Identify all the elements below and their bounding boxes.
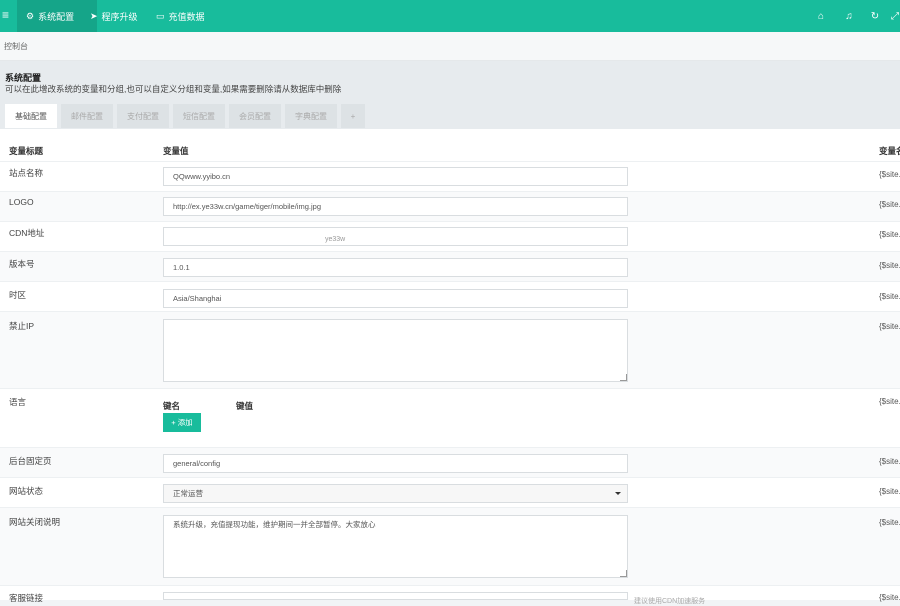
tab-dictionary[interactable]: 字典配置 [285, 104, 337, 128]
cdn-input[interactable] [163, 227, 628, 246]
nav-recharge-data[interactable]: ▭ 充值数据 [147, 0, 227, 32]
page-description: 可以在此增改系统的变量和分组,也可以自定义分组和变量,如果需要删除请从数据库中删… [5, 84, 342, 94]
plus-icon: + [171, 418, 176, 427]
site-status-select[interactable]: 正常运营 [163, 484, 628, 503]
column-header-name: 变量名 [879, 146, 900, 156]
label-fixed-page: 后台固定页 [9, 456, 52, 466]
label-close-message: 网站关闭说明 [9, 517, 61, 527]
var-version: {$site.version} [879, 261, 900, 270]
label-logo: LOGO [9, 197, 34, 207]
tab-add[interactable]: + [341, 104, 365, 128]
tab-sms[interactable]: 短信配置 [173, 104, 225, 128]
breadcrumb: 控制台 [0, 32, 900, 61]
lang-value-header: 键值 [236, 401, 254, 411]
page-header: 系统配置 可以在此增改系统的变量和分组,也可以自定义分组和变量,如果需要删除请从… [0, 61, 900, 129]
cdn-hint: 建议使用CDN加速服务 [634, 598, 706, 605]
label-version: 版本号 [9, 259, 35, 269]
kefu-input[interactable] [163, 592, 628, 600]
menu-toggle-icon[interactable]: ≡ [2, 8, 12, 22]
nav-label: 程序升级 [101, 11, 138, 22]
fullscreen-icon[interactable]: ⤢ [888, 9, 900, 23]
site-status-value: 正常运营 [173, 489, 203, 498]
var-site-name: {$site.name} [879, 170, 900, 179]
bell-icon[interactable]: ♫ [842, 9, 856, 23]
var-fixed-page: {$site.fixedpage} [879, 457, 900, 466]
home-icon[interactable]: ⌂ [814, 9, 828, 23]
label-forbidden-ip: 禁止IP [9, 321, 35, 331]
label-timezone: 时区 [9, 290, 27, 300]
label-kefu: 客服链接 [9, 593, 44, 603]
site-name-input[interactable]: QQwww.yyibo.cn [163, 167, 628, 186]
gear-icon: ⚙ [26, 10, 35, 21]
forbidden-ip-textarea[interactable] [163, 319, 628, 382]
timezone-input[interactable]: Asia/Shanghai [163, 289, 628, 308]
top-navbar: ≡ ⚙ 系统配置 ➤ 程序升级 ▭ 充值数据 ⌂ ♫ ↻ ⤢ [0, 0, 900, 32]
breadcrumb-dashboard[interactable]: 控制台 [4, 41, 28, 52]
var-cdn: {$site.cdnurl} [879, 230, 900, 239]
var-forbidden-ip: {$site.forbiddenip} [879, 322, 900, 331]
label-site-name: 站点名称 [9, 168, 44, 178]
chevron-down-icon [615, 492, 621, 495]
var-close-message: {$site.closemsg} [879, 518, 900, 527]
fixed-page-input[interactable]: general/config [163, 454, 628, 473]
nav-label: 充值数据 [168, 11, 205, 22]
add-language-button[interactable]: + 添加 [163, 413, 201, 432]
resize-handle-icon[interactable] [620, 570, 627, 577]
paper-plane-icon: ➤ [90, 10, 98, 21]
tab-email[interactable]: 邮件配置 [61, 104, 113, 128]
var-languages: {$site.languages} [879, 397, 900, 406]
var-logo: {$site.logo} [879, 200, 900, 209]
version-input[interactable]: 1.0.1 [163, 258, 628, 277]
var-kefu: {$site.kefu} [879, 593, 900, 602]
logo-input[interactable]: http://ex.ye33w.cn/game/tiger/mobile/img… [163, 197, 628, 216]
card-icon: ▭ [156, 10, 165, 21]
close-message-textarea[interactable]: 系统升级，充值提现功能，维护期间一并全部暂停。大家放心 [163, 515, 628, 578]
lang-key-header: 键名 [163, 401, 181, 411]
refresh-icon[interactable]: ↻ [868, 9, 882, 23]
tab-basic[interactable]: 基础配置 [5, 104, 57, 128]
add-label: 添加 [177, 418, 193, 427]
resize-handle-icon[interactable] [620, 374, 627, 381]
tab-payment[interactable]: 支付配置 [117, 104, 169, 128]
tab-member[interactable]: 会员配置 [229, 104, 281, 128]
var-site-status: {$site.status} [879, 487, 900, 496]
column-header-title: 变量标题 [9, 146, 44, 156]
watermark-text: ye33w [325, 236, 346, 243]
label-site-status: 网站状态 [9, 486, 44, 496]
label-cdn: CDN地址 [9, 228, 45, 238]
table-row [0, 388, 900, 448]
nav-label: 系统配置 [38, 11, 75, 22]
column-header-value: 变量值 [163, 146, 189, 156]
label-languages: 语言 [9, 397, 27, 407]
var-timezone: {$site.timezone} [879, 292, 900, 301]
